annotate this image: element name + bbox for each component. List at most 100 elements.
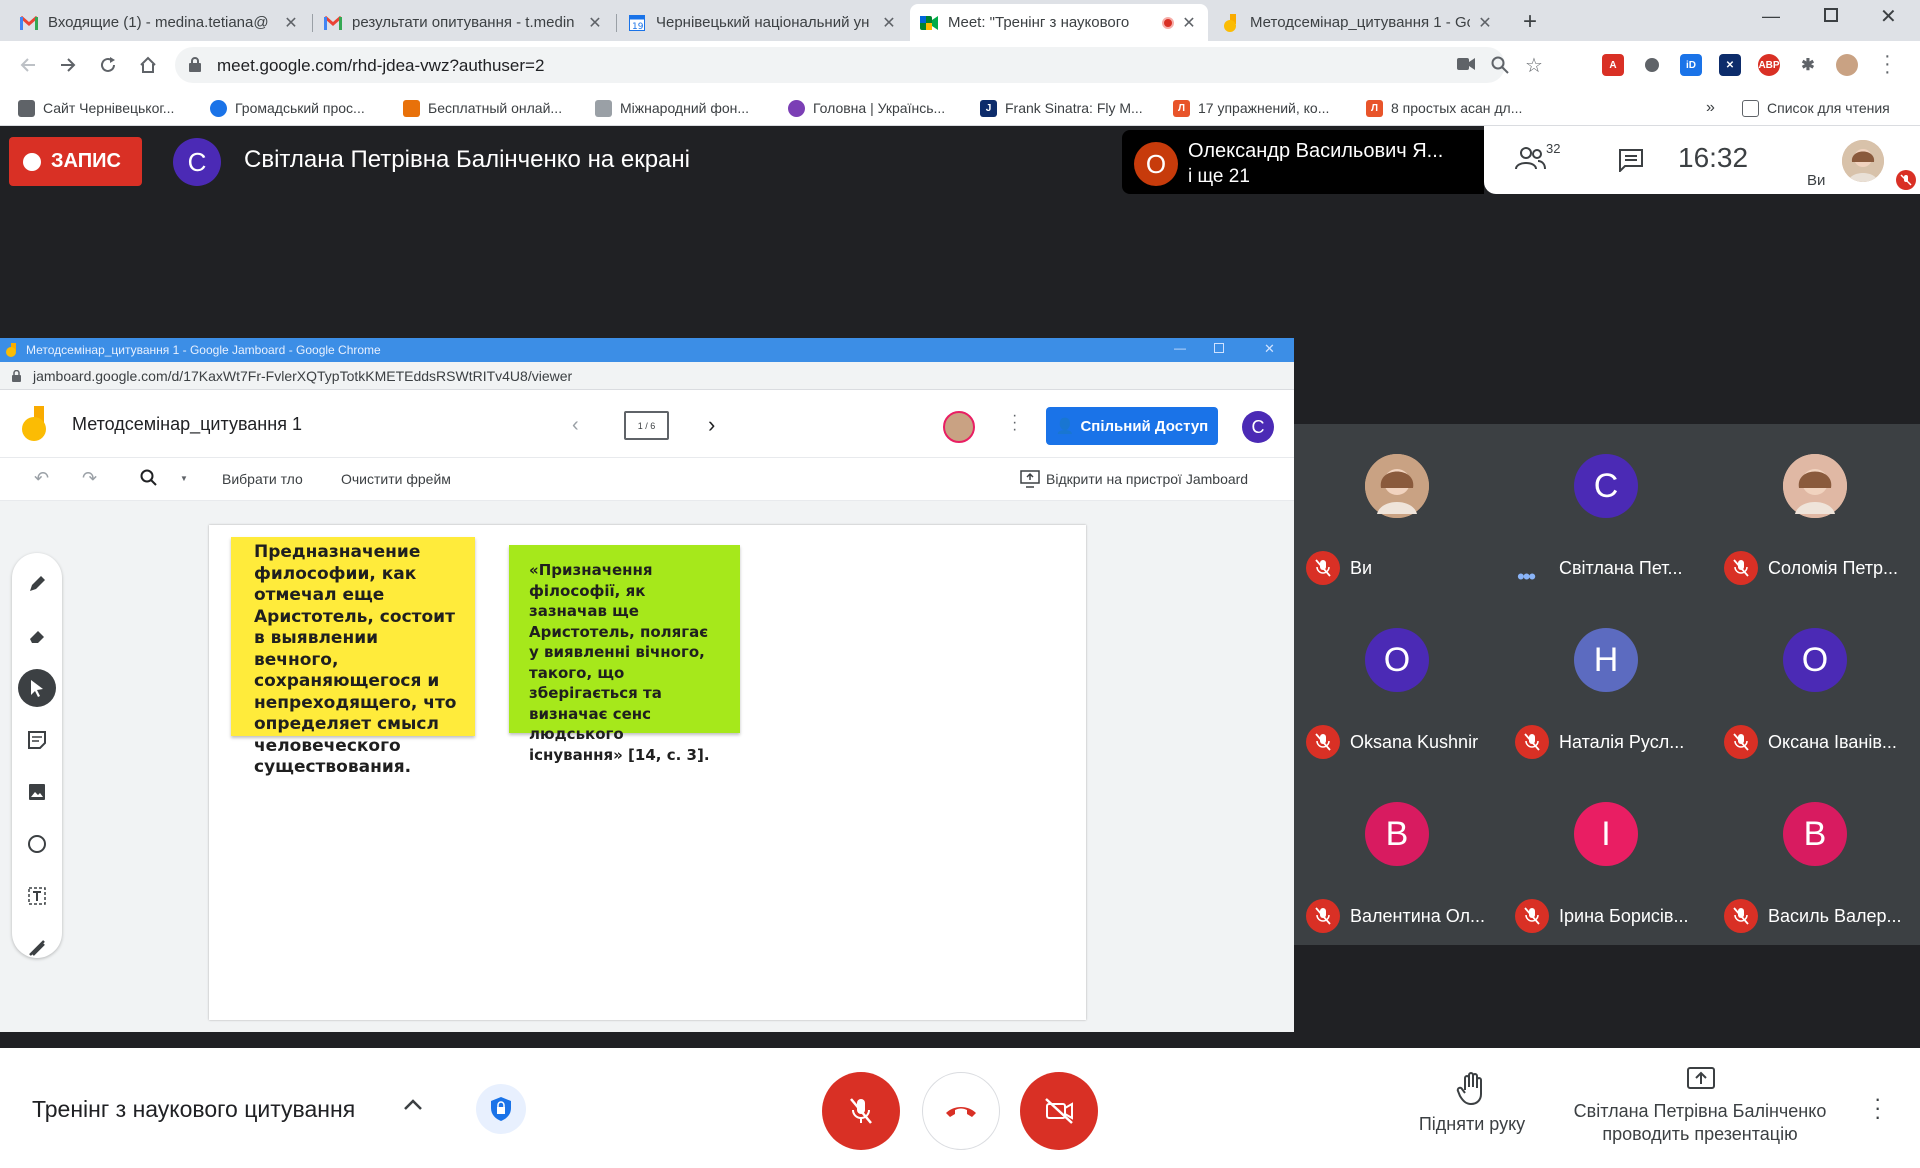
forward-button[interactable]: [54, 51, 82, 79]
host-controls-button[interactable]: [476, 1084, 526, 1134]
participant-tile[interactable]: О Оксана Іванів...: [1712, 598, 1920, 771]
home-button[interactable]: [134, 51, 162, 79]
bookmark[interactable]: Л 8 простых асан дл...: [1366, 97, 1522, 119]
participant-avatar: І: [1574, 802, 1638, 866]
set-background-button: Вибрати тло: [222, 471, 303, 487]
minimize-button[interactable]: —: [1762, 6, 1780, 27]
tab-survey[interactable]: результати опитування - t.medin ✕: [314, 4, 614, 41]
laser-icon: [18, 929, 56, 967]
participant-avatar: [1783, 454, 1847, 518]
pdf-extension-icon[interactable]: A: [1602, 54, 1624, 76]
chat-icon[interactable]: [1618, 148, 1644, 172]
address-bar[interactable]: meet.google.com/rhd-jdea-vwz?authuser=2 …: [175, 47, 1543, 83]
puzzle-icon[interactable]: ✱: [1797, 54, 1819, 76]
close-window-button[interactable]: ✕: [1880, 4, 1897, 29]
chevron-up-icon[interactable]: [402, 1098, 424, 1112]
tab-title: Входящие (1) - medina.tetiana@: [48, 14, 269, 31]
select-icon: [18, 669, 56, 707]
adblock-icon[interactable]: ABP: [1758, 54, 1780, 76]
shield-icon: [490, 1096, 512, 1122]
present-icon[interactable]: [1686, 1066, 1716, 1092]
id-extension-icon[interactable]: iD: [1680, 54, 1702, 76]
more-options-button[interactable]: · · ·: [1874, 1088, 1881, 1128]
jamboard-icon: [1222, 13, 1240, 32]
participant-name: Соломія Петр...: [1768, 558, 1899, 578]
mic-off-icon: [1306, 899, 1340, 933]
bookmark[interactable]: Бесплатный онлай...: [403, 97, 562, 119]
close-icon[interactable]: ✕: [586, 13, 604, 33]
speaker-name: Олександр Васильович Я...: [1188, 140, 1444, 162]
bookmark[interactable]: Л 17 упражнений, ко...: [1173, 97, 1329, 119]
profile-avatar[interactable]: [1836, 54, 1858, 76]
participant-avatar: [1365, 454, 1429, 518]
mic-off-icon: [1306, 551, 1340, 585]
camera-blocked-icon[interactable]: [1457, 57, 1475, 71]
collaborator-avatar: [943, 411, 975, 443]
active-speaker[interactable]: О Олександр Васильович Я... і ще 21: [1122, 130, 1484, 194]
bookmark[interactable]: Громадський прос...: [210, 97, 365, 119]
participant-name: Ірина Борисів...: [1559, 906, 1689, 926]
more-bookmarks-button[interactable]: »: [1706, 97, 1715, 119]
participant-tile[interactable]: Соломія Петр...: [1712, 424, 1920, 597]
jamboard-toolbar: ↶ ↷ ▼ Вибрати тло Очистити фрейм Відкрит…: [0, 458, 1294, 501]
jam-frame: Предназначение философии, как отмечал ещ…: [209, 525, 1086, 1020]
meet-info-panel: 32 16:32 Ви: [1484, 126, 1920, 194]
new-tab-button[interactable]: +: [1516, 8, 1544, 36]
bookmark[interactable]: Сайт Чернівецьког...: [18, 97, 174, 119]
participant-tile[interactable]: В Василь Валер...: [1712, 772, 1920, 945]
speaker-avatar: О: [1134, 142, 1178, 186]
raise-hand-label[interactable]: Підняти руку: [1412, 1114, 1532, 1135]
bookmark-label: 8 простых асан дл...: [1391, 100, 1523, 116]
close-icon[interactable]: ✕: [880, 13, 898, 33]
document-title: Методсемінар_цитування 1: [72, 414, 302, 434]
participant-tile[interactable]: Ви: [1294, 424, 1503, 597]
star-icon[interactable]: ☆: [1525, 53, 1543, 78]
participant-tile[interactable]: І Ірина Борисів...: [1503, 772, 1712, 945]
zoom-icon[interactable]: [1491, 56, 1509, 74]
restore-button: [1214, 343, 1224, 353]
back-button[interactable]: [14, 51, 42, 79]
gmail-icon: [20, 14, 38, 32]
close-icon[interactable]: ✕: [1476, 13, 1494, 33]
self-avatar[interactable]: [1842, 140, 1884, 182]
bookmarks-bar: Сайт Чернівецьког... Громадський прос...…: [0, 89, 1920, 126]
reading-list-button[interactable]: Список для чтения: [1742, 97, 1890, 119]
close-icon[interactable]: ✕: [1180, 13, 1198, 33]
people-icon[interactable]: [1514, 146, 1546, 170]
circle-extension-icon[interactable]: [1641, 54, 1663, 76]
mic-off-icon: [847, 1096, 875, 1126]
chevron-down-icon: ▼: [180, 474, 188, 483]
participant-tile[interactable]: В Валентина Ол...: [1294, 772, 1503, 945]
calendar-icon: 19: [628, 14, 646, 32]
reload-button[interactable]: [94, 51, 122, 79]
mic-toggle-button[interactable]: [822, 1072, 900, 1150]
tool-extension-icon[interactable]: ✕: [1719, 54, 1741, 76]
bookmark[interactable]: Головна | Українсь...: [788, 97, 945, 119]
tab-meet[interactable]: Meet: "Тренінг з наукового ✕: [910, 4, 1208, 41]
close-icon[interactable]: ✕: [282, 13, 300, 33]
raise-hand-icon[interactable]: [1456, 1072, 1488, 1106]
camera-toggle-button[interactable]: [1020, 1072, 1098, 1150]
tab-inbox[interactable]: Входящие (1) - medina.tetiana@ ✕: [10, 4, 310, 41]
leave-call-button[interactable]: [922, 1072, 1000, 1150]
presentation-status: Світлана Петрівна Балінченко проводить п…: [1573, 1101, 1827, 1144]
tab-separator: [312, 14, 313, 32]
reading-list-icon: [1742, 99, 1759, 117]
lock-icon[interactable]: [189, 57, 201, 72]
participant-tile[interactable]: Н Наталія Русл...: [1503, 598, 1712, 771]
circle-icon: [18, 825, 56, 863]
recording-badge[interactable]: ЗАПИС: [9, 137, 142, 186]
bookmark[interactable]: Міжнародний фон...: [595, 97, 749, 119]
tab-title: Чернівецький національний ун: [656, 14, 870, 31]
tab-jamboard[interactable]: Методсемінар_цитування 1 - Go ✕: [1212, 4, 1504, 41]
present-device-icon: [1020, 470, 1040, 488]
menu-icon[interactable]: · · ·: [1884, 46, 1891, 82]
participant-tile[interactable]: С ••• Світлана Пет...: [1503, 424, 1712, 597]
meet-app: ЗАПИС С Світлана Петрівна Балінченко на …: [0, 126, 1920, 1168]
bookmark[interactable]: J Frank Sinatra: Fly M...: [980, 97, 1143, 119]
tab-university[interactable]: 19 Чернівецький національний ун ✕: [618, 4, 908, 41]
presenting-title: Світлана Петрівна Балінченко на екрані: [244, 146, 690, 173]
hang-up-icon: [944, 1103, 978, 1119]
restore-button[interactable]: [1824, 8, 1838, 22]
participant-tile[interactable]: O Oksana Kushnir: [1294, 598, 1503, 771]
